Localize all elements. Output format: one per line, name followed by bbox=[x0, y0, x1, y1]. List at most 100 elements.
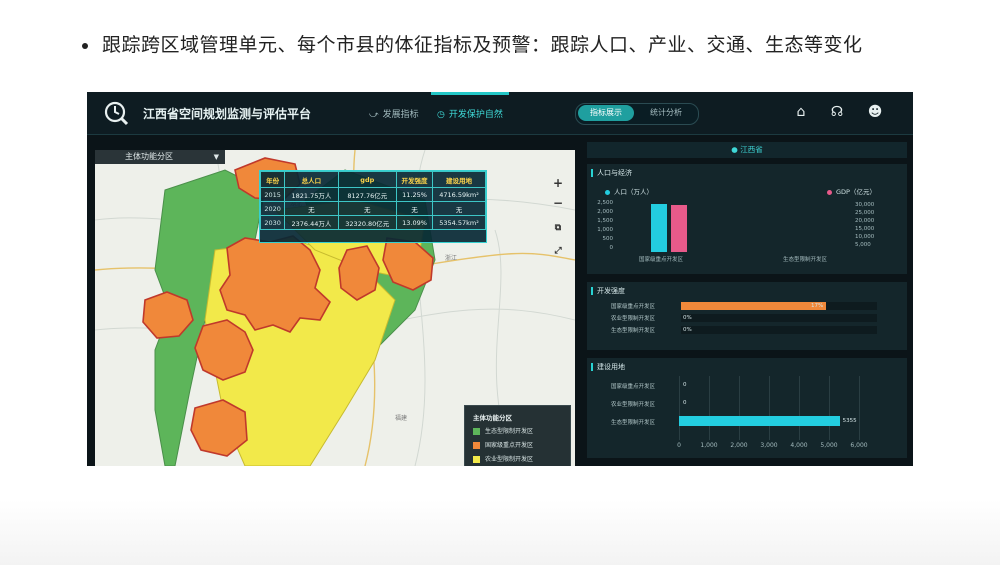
y-tick-right: 30,000 bbox=[855, 202, 875, 208]
row-label: 农业型限制开发区 bbox=[611, 402, 656, 408]
row-label: 农业型限制开发区 bbox=[611, 316, 656, 322]
row-label: 国家级重点开发区 bbox=[611, 384, 656, 390]
bar-value: 0% bbox=[683, 327, 692, 333]
bar-value: 5355 bbox=[842, 418, 857, 424]
legend-swatch bbox=[473, 442, 480, 449]
table-cell: 无 bbox=[284, 201, 339, 216]
bar-dev-intensity bbox=[681, 302, 826, 310]
table-cell: 32320.80亿元 bbox=[337, 215, 398, 230]
table-row: 2030 2376.44万人 32320.80亿元 13.09% 5354.57… bbox=[259, 215, 486, 230]
bar-value: 17% bbox=[811, 303, 824, 309]
top-bar: 江西省空间规划监测与评估平台 ⤻ 发展指标 ◷ 开发保护自然 指标展示 统计分析 ⌂… bbox=[87, 92, 913, 135]
y-tick-right: 5,000 bbox=[855, 242, 871, 248]
active-tab-indicator bbox=[431, 92, 509, 95]
table-cell: 无 bbox=[395, 201, 434, 216]
stats-sidebar: ● 江西省 人口与经济 人口（万人） GDP（亿元） 2,500 2,000 1… bbox=[587, 142, 907, 458]
table-cell: 2015 bbox=[259, 187, 286, 202]
legend-title: 主体功能分区 bbox=[473, 414, 512, 422]
fullscreen-icon[interactable]: ⤢ bbox=[551, 246, 565, 256]
grid-line bbox=[859, 376, 860, 440]
y-tick-left: 2,500 bbox=[597, 200, 613, 206]
table-cell: 11.25% bbox=[395, 187, 434, 202]
construction-land-panel: 建设用地 国家级重点开发区 农业型限制开发区 生态型限制开发区 0 0 5355… bbox=[587, 358, 907, 458]
legend-dot bbox=[605, 189, 610, 195]
monitor-logo-icon bbox=[104, 101, 129, 126]
grid-line bbox=[709, 376, 710, 440]
bar-track bbox=[681, 314, 877, 322]
panel-title: 建设用地 bbox=[591, 363, 625, 371]
slide-footer bbox=[0, 500, 1000, 565]
y-tick-left: 1,000 bbox=[597, 227, 613, 233]
table-cell: 无 bbox=[337, 201, 398, 216]
col-header: 年份 bbox=[259, 171, 286, 188]
tab-label: 开发保护自然 bbox=[448, 110, 503, 120]
table-header-row: 年份 总人口 gdp 开发强度 建设用地 bbox=[259, 171, 486, 188]
table-cell: 5354.57km² bbox=[432, 215, 486, 230]
y-tick-left: 500 bbox=[602, 236, 614, 242]
tab-development-protection[interactable]: ◷ 开发保护自然 bbox=[437, 107, 503, 120]
layer-select[interactable]: 主体功能分区 ▼ bbox=[95, 150, 225, 164]
legend-label: 人口（万人） bbox=[614, 188, 653, 196]
grid-line bbox=[769, 376, 770, 440]
legend-label: 生态型限制开发区 bbox=[485, 428, 534, 435]
col-header: 建设用地 bbox=[432, 171, 486, 188]
tab-development-indicators[interactable]: ⤻ 发展指标 bbox=[369, 107, 419, 120]
y-tick-left: 2,000 bbox=[597, 209, 613, 215]
y-tick-right: 10,000 bbox=[855, 234, 875, 240]
table-cell: 2020 bbox=[259, 201, 286, 216]
table-cell: 2376.44万人 bbox=[284, 215, 339, 230]
table-cell: 8127.76亿元 bbox=[337, 187, 398, 202]
population-economy-panel: 人口与经济 人口（万人） GDP（亿元） 2,500 2,000 1,500 1… bbox=[587, 164, 907, 274]
col-header: gdp bbox=[337, 171, 398, 188]
bar-value: 0 bbox=[683, 382, 687, 388]
grid-line bbox=[739, 376, 740, 440]
x-tick: 4,000 bbox=[790, 442, 808, 449]
zoom-in-button[interactable]: + bbox=[551, 176, 565, 190]
bar-population bbox=[651, 204, 667, 252]
table-cell: 13.09% bbox=[395, 215, 434, 230]
bullet-dot bbox=[82, 42, 88, 49]
x-tick: 2,000 bbox=[730, 442, 748, 449]
layers-icon[interactable]: ⧉ bbox=[551, 223, 565, 233]
legend-label: 国家级重点开发区 bbox=[485, 442, 534, 449]
user-icon[interactable]: ☻ bbox=[865, 102, 885, 122]
chevron-down-icon: ▼ bbox=[213, 153, 219, 161]
location-pin-icon: ● bbox=[731, 145, 741, 154]
x-tick: 0 bbox=[677, 442, 681, 449]
table-cell: 2030 bbox=[259, 215, 286, 230]
view-switch: 指标展示 统计分析 bbox=[575, 103, 699, 125]
table-cell: 4716.59km² bbox=[432, 187, 486, 202]
region-name: 江西省 bbox=[740, 145, 763, 154]
y-tick-right: 25,000 bbox=[855, 210, 875, 216]
segment-statistical-analysis[interactable]: 统计分析 bbox=[638, 105, 694, 121]
y-tick-right: 15,000 bbox=[855, 226, 875, 232]
row-label: 生态型限制开发区 bbox=[611, 420, 656, 426]
region-tab[interactable]: ● 江西省 bbox=[587, 142, 907, 158]
legend-dot bbox=[827, 189, 832, 195]
legend-gdp: GDP（亿元） bbox=[827, 186, 876, 196]
row-label: 国家级重点开发区 bbox=[611, 304, 656, 310]
y-tick-left: 1,500 bbox=[597, 218, 613, 224]
x-tick: 1,000 bbox=[700, 442, 718, 449]
panel-title: 人口与经济 bbox=[591, 169, 632, 177]
home-icon[interactable]: ⌂ bbox=[791, 102, 811, 122]
app-title: 江西省空间规划监测与评估平台 bbox=[143, 107, 312, 121]
y-tick-left: 0 bbox=[609, 245, 614, 251]
support-icon[interactable]: ☊ bbox=[827, 102, 847, 122]
legend-label: GDP（亿元） bbox=[836, 188, 876, 196]
slide-bullet: 跟踪跨区域管理单元、每个市县的体征指标及预警：跟踪人口、产业、交通、生态等变化 bbox=[82, 30, 863, 57]
bar-construction-land bbox=[679, 416, 840, 426]
x-label: 国家级重点开发区 bbox=[639, 257, 684, 263]
segment-indicator-display[interactable]: 指标展示 bbox=[578, 105, 634, 121]
region-stats-table: 年份 总人口 gdp 开发强度 建设用地 2015 1821.75万人 8127… bbox=[259, 170, 487, 243]
zoom-out-button[interactable]: − bbox=[551, 196, 565, 210]
x-tick: 3,000 bbox=[760, 442, 778, 449]
legend-label: 农业型限制开发区 bbox=[485, 456, 534, 463]
table-row: 2015 1821.75万人 8127.76亿元 11.25% 4716.59k… bbox=[259, 187, 486, 202]
x-tick: 6,000 bbox=[850, 442, 868, 449]
clock-icon: ◷ bbox=[437, 110, 445, 120]
legend-item: 生态型限制开发区 bbox=[473, 426, 533, 435]
x-tick: 5,000 bbox=[820, 442, 838, 449]
legend-swatch bbox=[473, 456, 480, 463]
grid-line bbox=[679, 376, 680, 440]
